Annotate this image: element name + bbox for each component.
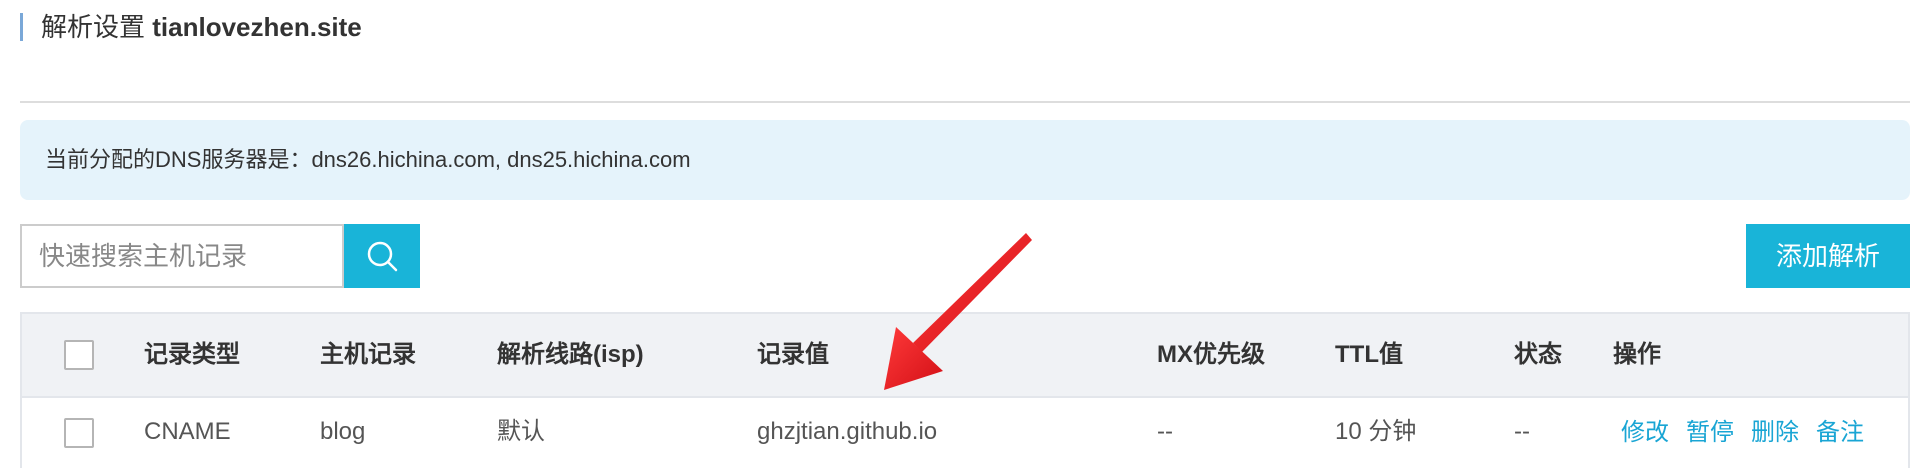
- cell-line: 默认: [497, 418, 545, 445]
- dns-records-table: 记录类型 主机记录 解析线路(isp) 记录值 MX优先级 TTL值 状态 操作…: [20, 312, 1910, 468]
- column-header-host: 主机记录: [320, 341, 416, 368]
- page-title: 解析设置 tianlovezhen.site: [20, 13, 362, 41]
- cell-status: --: [1514, 418, 1530, 445]
- column-header-status: 状态: [1514, 341, 1562, 368]
- page-title-domain: tianlovezhen.site: [152, 12, 362, 42]
- column-header-mx: MX优先级: [1157, 341, 1265, 368]
- table-header: 记录类型 主机记录 解析线路(isp) 记录值 MX优先级 TTL值 状态 操作: [22, 314, 1908, 398]
- search-button[interactable]: [344, 224, 420, 288]
- select-all-checkbox[interactable]: [64, 340, 94, 370]
- column-header-value: 记录值: [757, 341, 829, 368]
- page-title-prefix: 解析设置: [41, 12, 146, 42]
- column-header-actions: 操作: [1613, 341, 1661, 368]
- divider: [20, 101, 1910, 103]
- search-icon: [367, 241, 398, 272]
- cell-record-value: ghzjtian.github.io: [757, 418, 938, 445]
- search-box: [20, 224, 344, 288]
- column-header-type: 记录类型: [144, 341, 240, 368]
- search-input[interactable]: [22, 226, 342, 286]
- column-header-ttl: TTL值: [1335, 341, 1403, 368]
- cell-mx: --: [1157, 418, 1173, 445]
- column-header-line: 解析线路(isp): [497, 341, 644, 368]
- cell-ttl: 10 分钟: [1335, 418, 1417, 445]
- delete-link[interactable]: 删除: [1751, 398, 1799, 468]
- pause-link[interactable]: 暂停: [1686, 398, 1734, 468]
- add-record-label: 添加解析: [1775, 241, 1880, 271]
- cell-record-type: CNAME: [144, 418, 231, 445]
- dns-server-banner: 当前分配的DNS服务器是：dns26.hichina.com, dns25.hi…: [20, 120, 1910, 200]
- table-row: CNAME blog 默认 ghzjtian.github.io -- 10 分…: [22, 398, 1908, 468]
- dns-server-text: 当前分配的DNS服务器是：dns26.hichina.com, dns25.hi…: [45, 147, 691, 172]
- modify-link[interactable]: 修改: [1621, 398, 1669, 468]
- cell-host: blog: [320, 418, 366, 445]
- note-link[interactable]: 备注: [1816, 398, 1864, 468]
- add-record-button[interactable]: 添加解析: [1746, 224, 1910, 288]
- row-checkbox[interactable]: [64, 418, 94, 448]
